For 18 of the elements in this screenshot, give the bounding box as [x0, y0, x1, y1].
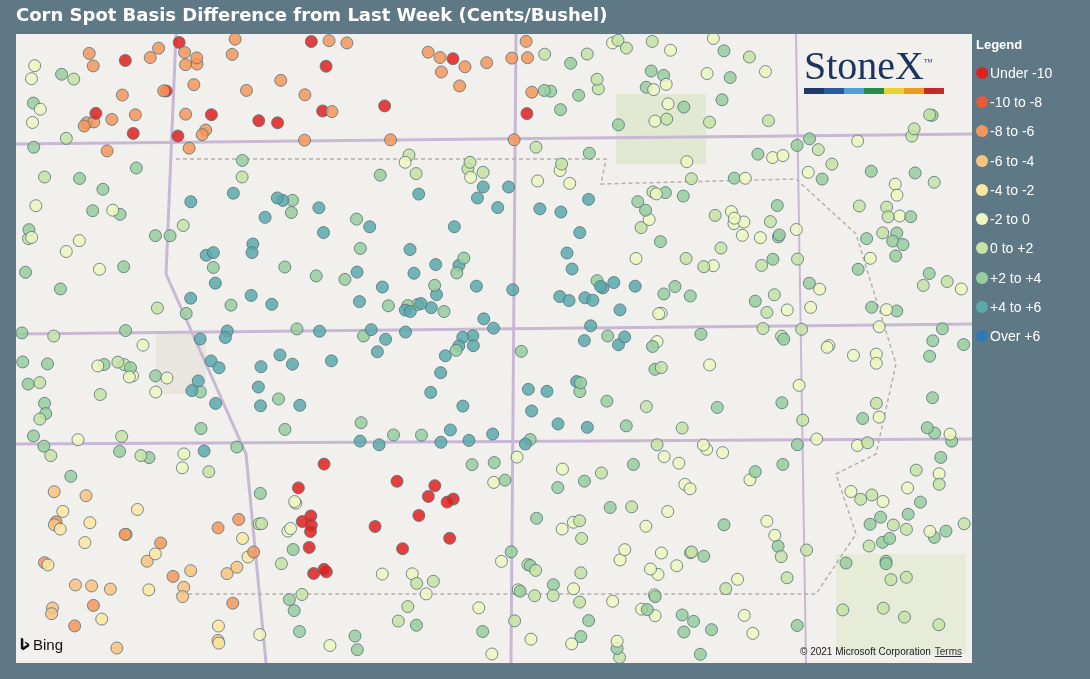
legend-label: +4 to +6 — [990, 299, 1042, 315]
legend-label: -6 to -4 — [990, 152, 1035, 169]
legend-label: Over +6 — [990, 328, 1041, 345]
copyright-text: © 2021 Microsoft Corporation — [800, 646, 931, 657]
logo-stripe-icon — [804, 88, 944, 94]
map-provider: Bing — [33, 636, 64, 653]
terms-link[interactable]: Terms — [934, 646, 962, 657]
report-title: Corn Spot Basis Difference from Last Week (Cents/Bushel) — [15, 3, 609, 27]
stonex-logo: StoneX$^{™}$ — [804, 46, 933, 86]
legend-label: 0 to +2 — [990, 240, 1034, 257]
legend-label: Under -10 — [990, 64, 1053, 81]
bing-logo-icon — [20, 637, 30, 652]
legend-title: Legend — [976, 37, 1024, 52]
legend-label: -2 to 0 — [990, 211, 1030, 228]
legend-label: +2 to +4 — [990, 269, 1042, 286]
legend-label: -4 to -2 — [990, 181, 1035, 198]
legend-label: -10 to -8 — [990, 93, 1043, 110]
legend-label: -8 to -6 — [990, 123, 1035, 140]
